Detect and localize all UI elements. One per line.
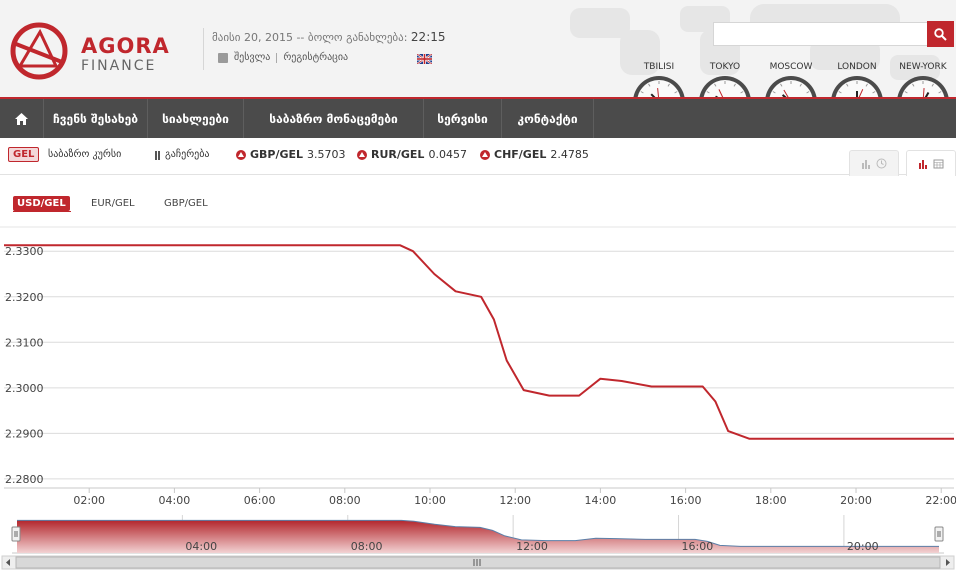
x-tick-label: 08:00: [329, 494, 361, 507]
bar-chart-icon: [862, 159, 870, 169]
tab-gbp-gel[interactable]: GBP/GEL: [160, 196, 212, 211]
scrollbar-thumb[interactable]: [15, 556, 941, 569]
x-tick-label: 16:00: [670, 494, 702, 507]
arrow-up-icon: [236, 149, 246, 160]
navigator-handle-grip[interactable]: [11, 526, 21, 542]
rate-chart[interactable]: 2.3300 2.3200 2.3100 2.3000 2.2900 2.2800 02:0…: [0, 225, 956, 511]
clock-city: MOSCOW: [769, 62, 813, 72]
ticker-rate: CHF/GEL 2.4785: [480, 148, 589, 161]
header: AGORA FINANCE მაისი 20, 2015 -- ბოლო გან…: [0, 0, 956, 128]
active-tab-underline: [13, 211, 71, 212]
navigator-handle[interactable]: [11, 526, 21, 542]
navigator-tick-label: 12:00: [516, 540, 548, 553]
header-links: შესვლა რეგისტრაცია: [218, 52, 348, 63]
x-tick-label: 12:00: [499, 494, 531, 507]
bar-chart-icon: [919, 159, 927, 169]
ticker-rate: RUR/GEL 0.0457: [357, 148, 467, 161]
x-tick-label: 02:00: [73, 494, 105, 507]
ticker-value: 3.5703: [307, 148, 346, 161]
calendar-icon: [933, 159, 944, 169]
tab-line-view[interactable]: [849, 150, 899, 176]
last-update-time: 22:15: [410, 30, 446, 44]
navigator-tick-label: 04:00: [185, 540, 217, 553]
y-tick-label: 2.3200: [5, 291, 44, 304]
x-tick-label: 22:00: [925, 494, 956, 507]
header-divider: [203, 28, 204, 70]
logo-subtitle: FINANCE: [81, 58, 157, 74]
rate-ticker: GEL საბაზრო კურსი გაჩერება GBP/GEL 3.570…: [0, 138, 956, 175]
tab-eur-gel[interactable]: EUR/GEL: [87, 196, 139, 211]
pause-icon[interactable]: [155, 151, 160, 160]
tab-calendar-view[interactable]: [906, 150, 956, 176]
x-tick-label: 06:00: [244, 494, 276, 507]
search-input[interactable]: [713, 22, 927, 46]
last-update: მაისი 20, 2015 -- ბოლო განახლება: 22:15: [212, 30, 446, 44]
chart-navigator[interactable]: 04:00 08:00 12:00 16:00 20:00: [0, 513, 956, 572]
x-tick-label: 18:00: [755, 494, 787, 507]
uk-flag-icon[interactable]: [417, 54, 432, 64]
navigator-tick-label: 20:00: [847, 540, 879, 553]
nav-item-news[interactable]: სიახლეები: [148, 99, 244, 138]
ticker-pair: CHF/GEL: [494, 148, 547, 161]
y-tick-label: 2.3100: [5, 336, 44, 349]
pause-label[interactable]: გაჩერება: [165, 149, 209, 160]
main-nav: ჩვენს შესახებ სიახლეები საბაზრო მონაცემე…: [0, 97, 956, 138]
agora-logo-icon: [10, 22, 68, 80]
ticker-rate: GBP/GEL 3.5703: [236, 148, 346, 161]
last-update-date: მაისი 20, 2015 -- ბოლო განახლება:: [212, 31, 411, 44]
clock-city: TOKYO: [709, 62, 741, 72]
page: AGORA FINANCE მაისი 20, 2015 -- ბოლო გან…: [0, 0, 956, 572]
arrow-up-icon: [357, 149, 367, 160]
nav-item-contact[interactable]: კონტაქტი: [502, 99, 594, 138]
market-rate-label[interactable]: საბაზრო კურსი: [48, 149, 121, 160]
nav-home[interactable]: [0, 99, 44, 138]
search-icon: [934, 27, 947, 41]
search-button[interactable]: [927, 21, 954, 47]
nav-item-about[interactable]: ჩვენს შესახებ: [44, 99, 148, 138]
y-tick-label: 2.3000: [5, 382, 44, 395]
y-tick-label: 2.3300: [5, 245, 44, 258]
link-separator: [276, 52, 278, 63]
navigator-handle-grip[interactable]: [934, 526, 944, 542]
clock-city: NEW-YORK: [899, 62, 947, 72]
y-tick-label: 2.2900: [5, 427, 44, 440]
navigator-tick-label: 16:00: [682, 540, 714, 553]
ticker-value: 2.4785: [550, 148, 589, 161]
x-tick-label: 14:00: [585, 494, 617, 507]
ticker-value: 0.0457: [428, 148, 467, 161]
clock-city: LONDON: [837, 62, 877, 72]
navigator-handle[interactable]: [934, 526, 944, 542]
nav-item-service[interactable]: სერვისი: [424, 99, 502, 138]
home-icon: [15, 112, 28, 125]
y-tick-label: 2.2800: [5, 473, 44, 486]
logo-name: AGORA: [81, 34, 170, 58]
x-tick-label: 10:00: [414, 494, 446, 507]
clock-icon: [876, 158, 887, 169]
login-icon: [218, 52, 228, 63]
nav-item-market-data[interactable]: საბაზრო მონაცემები: [244, 99, 424, 138]
clock-city: TBILISI: [643, 62, 675, 72]
x-tick-label: 20:00: [840, 494, 872, 507]
register-link[interactable]: რეგისტრაცია: [283, 52, 348, 63]
ticker-pair: RUR/GEL: [371, 148, 425, 161]
currency-badge[interactable]: GEL: [8, 147, 40, 162]
ticker-pair: GBP/GEL: [250, 148, 304, 161]
login-link[interactable]: შესვლა: [234, 52, 270, 63]
arrow-up-icon: [480, 149, 490, 160]
logo[interactable]: AGORA FINANCE: [10, 22, 170, 82]
x-tick-label: 04:00: [159, 494, 191, 507]
navigator-tick-label: 08:00: [351, 540, 383, 553]
tab-usd-gel[interactable]: USD/GEL: [13, 196, 70, 211]
